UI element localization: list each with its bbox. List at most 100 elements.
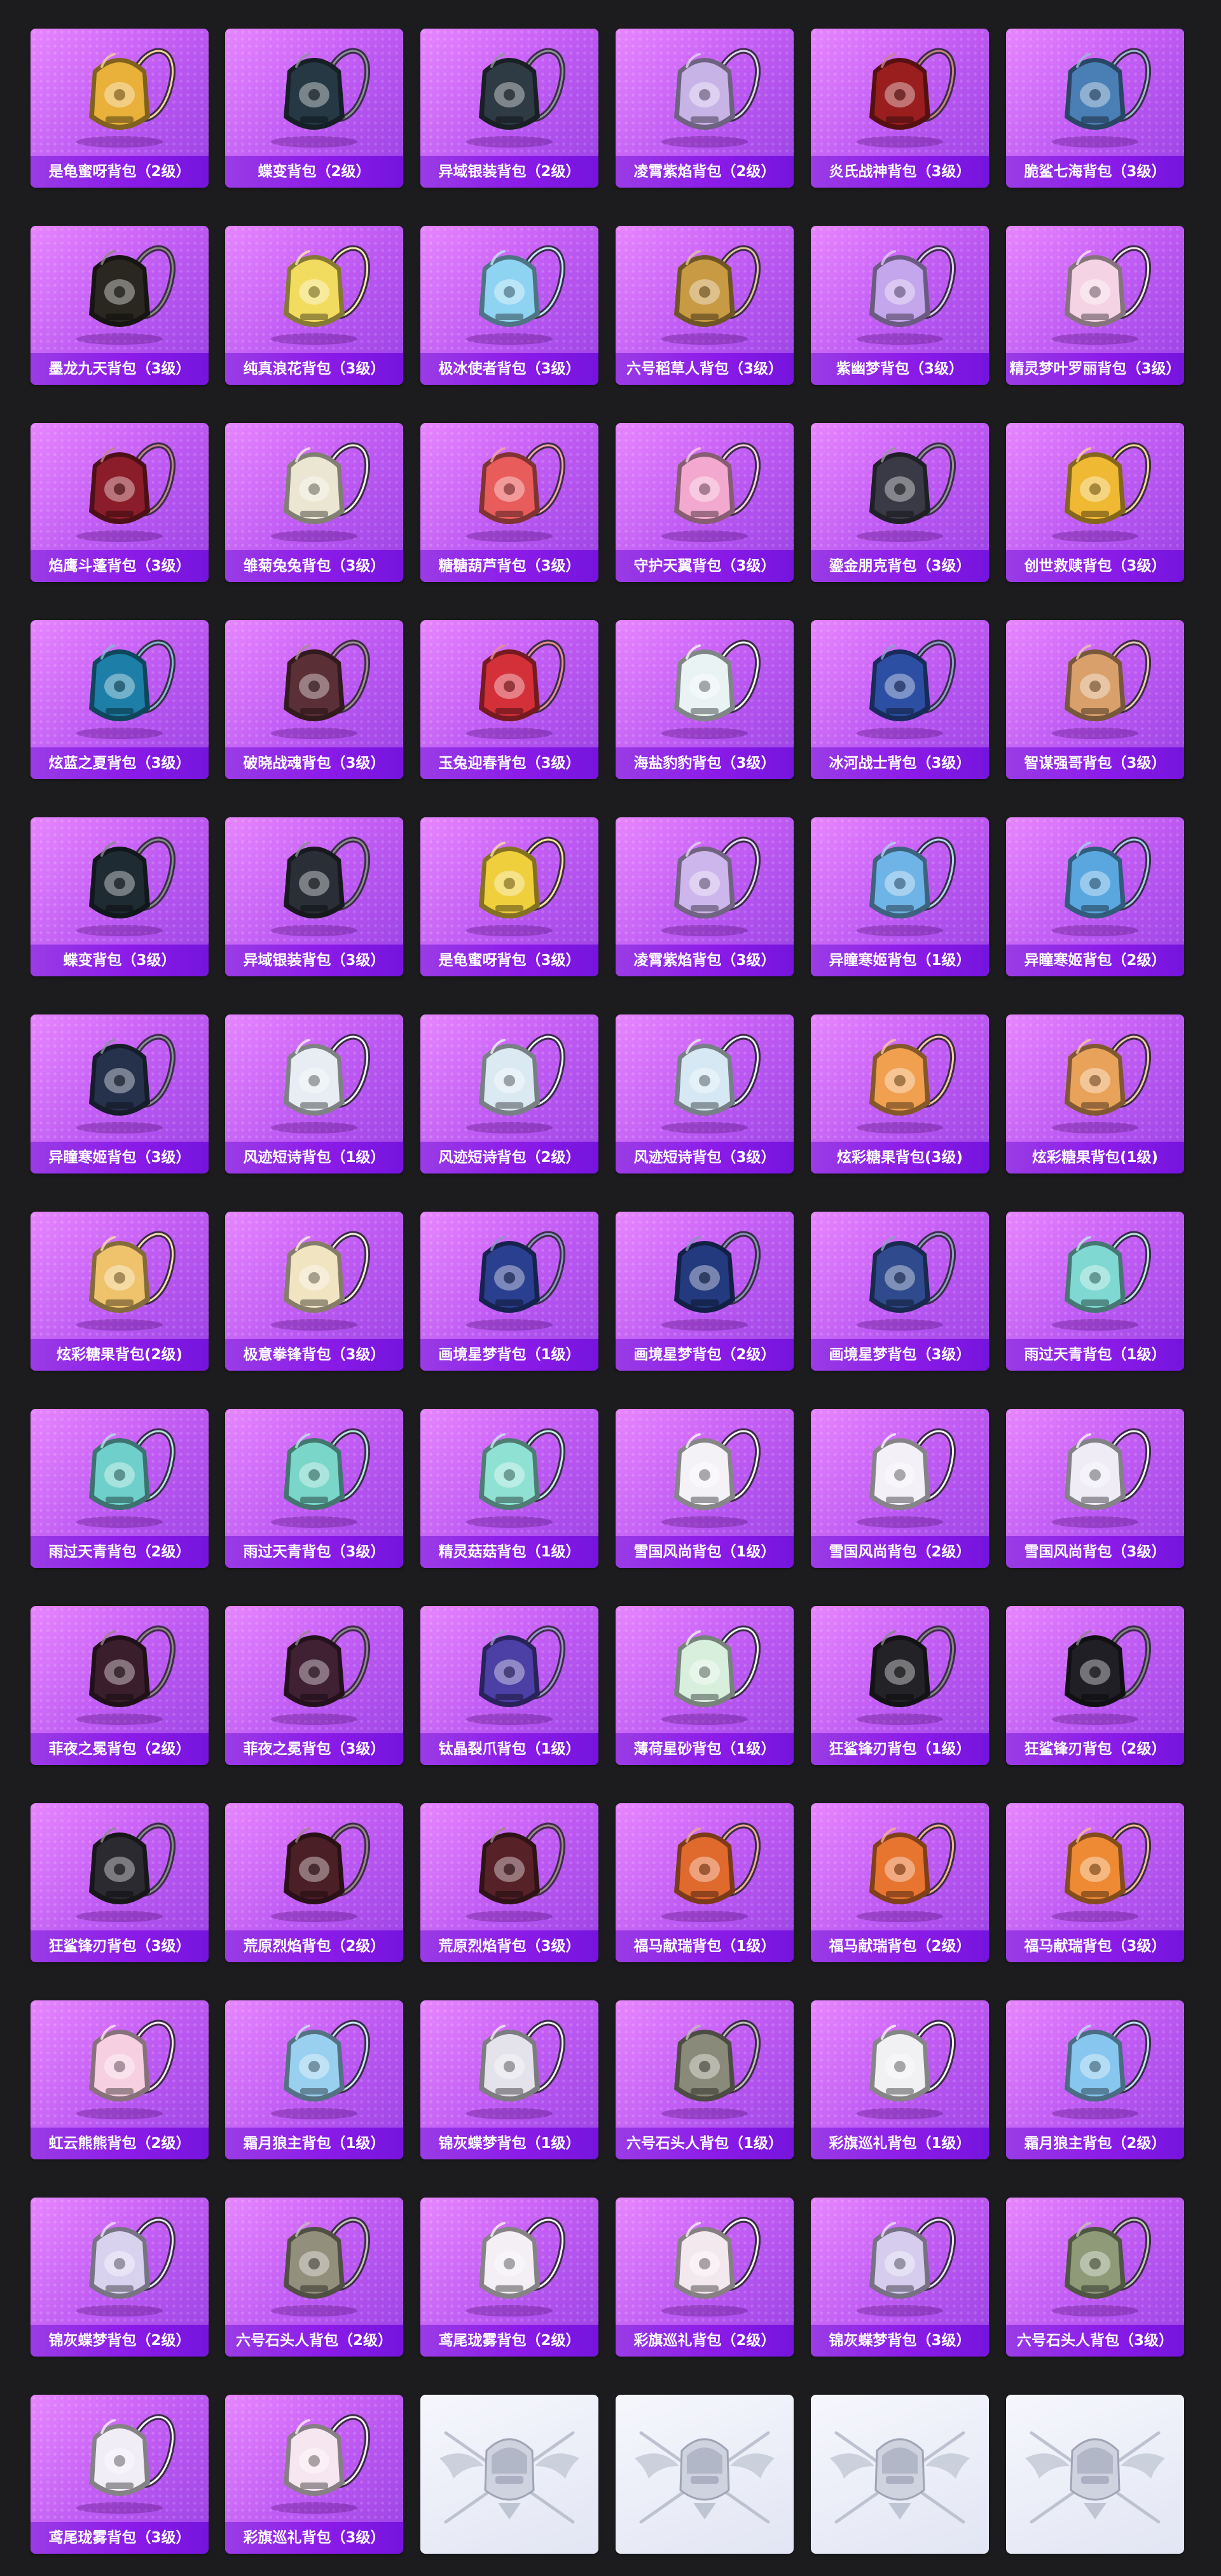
backpack-card[interactable]: 蝶变背包（2级） (225, 29, 403, 188)
backpack-card[interactable]: 锦灰蝶梦背包（2级） (31, 2198, 209, 2357)
backpack-card[interactable]: 雨过天青背包（1级） (1006, 1212, 1184, 1371)
backpack-card[interactable]: 炎氏战神背包（3级） (811, 29, 989, 188)
backpack-card[interactable]: 创世救赎背包（3级） (1006, 423, 1184, 582)
backpack-card[interactable]: 菲夜之冕背包（3级） (225, 1606, 403, 1765)
backpack-card[interactable]: 守护天翼背包（3级） (616, 423, 794, 582)
night-crown-backpack-icon (76, 1625, 176, 1725)
backpack-image (616, 1014, 794, 1142)
backpack-card[interactable]: 凌霄紫焰背包（3级） (616, 817, 794, 976)
backpack-card[interactable]: 薄荷星砂背包（1级） (616, 1606, 794, 1765)
snow-bunny-backpack-icon (1052, 1428, 1151, 1528)
backpack-card[interactable]: 鸢尾珑雾背包（3级） (31, 2395, 209, 2554)
donut-backpack-icon (76, 1231, 176, 1331)
backpack-card[interactable]: 彩旗巡礼背包（3级） (225, 2395, 403, 2554)
backpack-card[interactable]: 异域银装背包（2级） (420, 29, 598, 188)
backpack-card[interactable]: 画境星梦背包（3级） (811, 1212, 989, 1371)
backpack-card[interactable]: 是龟蜜呀背包（3级） (420, 817, 598, 976)
backpack-card[interactable]: 炫彩糖果背包(3级) (811, 1014, 989, 1174)
backpack-card[interactable]: 海盐豹豹背包（3级） (616, 620, 794, 779)
backpack-image (31, 2198, 209, 2325)
backpack-card[interactable]: 紫幽梦背包（3级） (811, 226, 989, 385)
backpack-card[interactable]: 彩旗巡礼背包（2级） (616, 2198, 794, 2357)
backpack-card[interactable]: 糖糖葫芦背包（3级） (420, 423, 598, 582)
backpack-name-label: 冰河战士背包（3级） (811, 747, 989, 779)
backpack-card[interactable]: 玉兔迎春背包（3级） (420, 620, 598, 779)
backpack-card[interactable]: 鸢尾珑雾背包（2级） (420, 2198, 598, 2357)
backpack-card[interactable]: 六号石头人背包（3级） (1006, 2198, 1184, 2357)
backpack-card[interactable]: 智谋强哥背包（3级） (1006, 620, 1184, 779)
backpack-card[interactable]: 异域银装背包（3级） (225, 817, 403, 976)
backpack-card[interactable]: 鎏金朋克背包（3级） (811, 423, 989, 582)
backpack-card[interactable]: 蝶变背包（3级） (31, 817, 209, 976)
iris-mist-backpack-icon (76, 2414, 176, 2514)
backpack-name-label: 虹云熊熊背包（2级） (31, 2128, 209, 2159)
wise-bear-backpack-icon (1052, 639, 1151, 739)
backpack-card[interactable]: 霜月狼主背包（1级） (225, 2000, 403, 2159)
backpack-card[interactable]: 是龟蜜呀背包（2级） (31, 29, 209, 188)
backpack-card[interactable]: 雨过天青背包（2级） (31, 1409, 209, 1568)
flame-warrior-backpack-icon (857, 48, 956, 148)
backpack-card[interactable]: 雏菊兔兔背包（3级） (225, 423, 403, 582)
backpack-card[interactable]: 炫彩糖果背包(2级) (31, 1212, 209, 1371)
backpack-card[interactable]: 风迹短诗背包（3级） (616, 1014, 794, 1174)
backpack-image (616, 2198, 794, 2325)
backpack-card[interactable]: 炫彩糖果背包(1级) (1006, 1014, 1184, 1174)
backpack-name-label: 画境星梦背包（2级） (616, 1339, 794, 1371)
backpack-card[interactable]: 六号稻草人背包（3级） (616, 226, 794, 385)
backpack-card[interactable]: 虹云熊熊背包（2级） (31, 2000, 209, 2159)
backpack-card[interactable]: 锦灰蝶梦背包（3级） (811, 2198, 989, 2357)
backpack-card[interactable]: 炫蓝之夏背包（3级） (31, 620, 209, 779)
backpack-card[interactable]: 墨龙九天背包（3级） (31, 226, 209, 385)
golden-sphere-backpack-icon (466, 836, 565, 936)
backpack-image (31, 2000, 209, 2128)
backpack-card[interactable]: 异瞳寒姬背包（2级） (1006, 817, 1184, 976)
backpack-card[interactable]: 钛晶裂爪背包（1级） (420, 1606, 598, 1765)
backpack-image (1006, 29, 1184, 156)
backpack-card[interactable]: 脆鲨七海背包（3级） (1006, 29, 1184, 188)
backpack-card[interactable]: 雨过天青背包（3级） (225, 1409, 403, 1568)
backpack-card[interactable]: 画境星梦背包（2级） (616, 1212, 794, 1371)
backpack-image (31, 1803, 209, 1930)
backpack-card[interactable]: 荒原烈焰背包（3级） (420, 1803, 598, 1962)
backpack-card[interactable]: 异瞳寒姬背包（1级） (811, 817, 989, 976)
backpack-card[interactable]: 六号石头人背包（1级） (616, 2000, 794, 2159)
backpack-image (616, 226, 794, 353)
backpack-card[interactable]: 彩旗巡礼背包（1级） (811, 2000, 989, 2159)
backpack-card[interactable]: 雪国风尚背包（1级） (616, 1409, 794, 1568)
backpack-card[interactable]: 荒原烈焰背包（2级） (225, 1803, 403, 1962)
backpack-card[interactable]: 异瞳寒姬背包（3级） (31, 1014, 209, 1174)
backpack-card[interactable]: 风迹短诗背包（1级） (225, 1014, 403, 1174)
backpack-card[interactable]: 精灵梦叶罗丽背包（3级） (1006, 226, 1184, 385)
backpack-card[interactable]: 画境星梦背包（1级） (420, 1212, 598, 1371)
backpack-card[interactable]: 雪国风尚背包（3级） (1006, 1409, 1184, 1568)
backpack-card[interactable]: 狂鲨锋刃背包（1级） (811, 1606, 989, 1765)
backpack-card[interactable]: 狂鲨锋刃背包（3级） (31, 1803, 209, 1962)
backpack-card[interactable]: 极冰使者背包（3级） (420, 226, 598, 385)
lucky-horse-backpack-icon (661, 1822, 761, 1922)
backpack-card[interactable]: 福马献瑞背包（1级） (616, 1803, 794, 1962)
backpack-card[interactable]: 霜月狼主背包（2级） (1006, 2000, 1184, 2159)
backpack-card[interactable]: 锦灰蝶梦背包（1级） (420, 2000, 598, 2159)
backpack-card[interactable]: 六号石头人背包（2级） (225, 2198, 403, 2357)
backpack-card[interactable]: 风迹短诗背包（2级） (420, 1014, 598, 1174)
backpack-image (811, 620, 989, 747)
backpack-card[interactable]: 冰河战士背包（3级） (811, 620, 989, 779)
backpack-card[interactable]: 福马献瑞背包（3级） (1006, 1803, 1184, 1962)
backpack-card[interactable]: 破晓战魂背包（3级） (225, 620, 403, 779)
backpack-image (420, 620, 598, 747)
backpack-card[interactable]: 福马献瑞背包（2级） (811, 1803, 989, 1962)
backpack-card[interactable]: 菲夜之冕背包（2级） (31, 1606, 209, 1765)
backpack-name-label: 雨过天青背包（1级） (1006, 1339, 1184, 1371)
backpack-name-label: 炎氏战神背包（3级） (811, 156, 989, 188)
backpack-card[interactable]: 精灵菇菇背包（1级） (420, 1409, 598, 1568)
backpack-card[interactable]: 纯真浪花背包（3级） (225, 226, 403, 385)
backpack-name-label: 风迹短诗背包（1级） (225, 1142, 403, 1174)
backpack-image (1006, 1014, 1184, 1142)
backpack-card[interactable]: 凌霄紫焰背包（2级） (616, 29, 794, 188)
backpack-name-label: 异瞳寒姬背包（3级） (31, 1142, 209, 1174)
backpack-card[interactable]: 极意拳锋背包（3级） (225, 1212, 403, 1371)
backpack-card[interactable]: 雪国风尚背包（2级） (811, 1409, 989, 1568)
backpack-name-label: 彩旗巡礼背包（3级） (225, 2522, 403, 2554)
backpack-card[interactable]: 焰鹰斗蓬背包（3级） (31, 423, 209, 582)
backpack-card[interactable]: 狂鲨锋刃背包（2级） (1006, 1606, 1184, 1765)
